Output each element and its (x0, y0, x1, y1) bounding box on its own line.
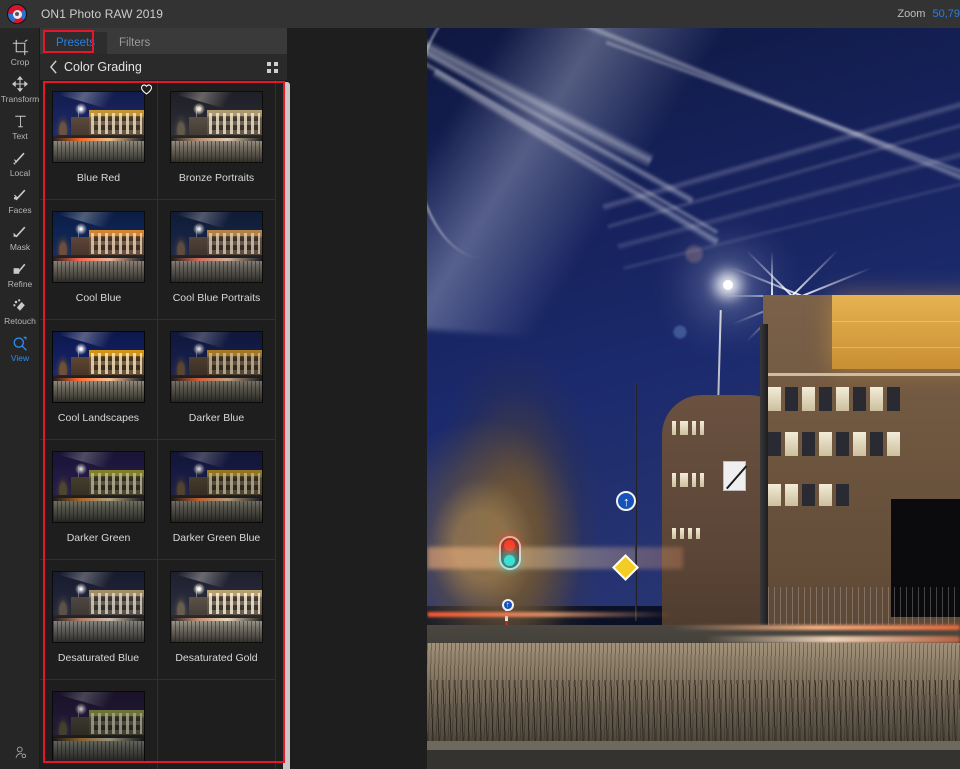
tool-crop[interactable]: Crop (0, 34, 40, 71)
preset-thumbnail[interactable] (170, 331, 263, 403)
preset-cell[interactable]: Desaturated Blue (40, 560, 158, 680)
zoom-label: Zoom (897, 8, 926, 20)
mask-brush-icon (12, 223, 28, 241)
favorite-heart-icon[interactable] (140, 82, 153, 100)
preset-thumbnail[interactable] (52, 331, 145, 403)
preset-cell[interactable]: Desaturated Gold (158, 560, 276, 680)
preset-thumbnail[interactable] (52, 691, 145, 763)
preset-name: Desaturated Blue (57, 652, 140, 664)
preset-name: Cool Landscapes (57, 412, 140, 424)
zoom-control[interactable]: Zoom 50,79 (897, 0, 960, 28)
preset-name: Cool Blue Portraits (172, 292, 261, 304)
preset-cell[interactable]: Blue Red (40, 80, 158, 200)
tool-label: Mask (9, 242, 31, 252)
tool-transform[interactable]: Transform (0, 71, 40, 108)
refine-icon (12, 260, 28, 278)
no-parking-sign (722, 461, 746, 492)
retouch-icon (12, 297, 28, 315)
presets-panel: Presets Filters Color Grading Blue Red Br… (40, 28, 427, 769)
crop-icon (12, 38, 29, 56)
tool-label: View (10, 353, 30, 363)
zoom-value[interactable]: 50,79 (932, 8, 960, 20)
panel-tab-bar: Presets Filters (40, 28, 287, 54)
app-title: ON1 Photo RAW 2019 (41, 7, 164, 21)
preset-cell-empty (158, 680, 276, 769)
tool-label: Refine (7, 279, 33, 289)
preset-thumbnail[interactable] (52, 91, 145, 163)
text-icon (13, 112, 28, 130)
preset-thumbnail[interactable] (52, 571, 145, 643)
magnifier-icon (12, 334, 29, 352)
tool-mask[interactable]: Mask (0, 219, 40, 256)
traffic-light (498, 535, 521, 570)
preset-thumbnail[interactable] (170, 91, 263, 163)
tab-presets[interactable]: Presets (44, 32, 107, 54)
preset-cell[interactable]: Cool Landscapes (40, 320, 158, 440)
preset-grid: Blue Red Bronze Portraits Cool Blue Cool Bl… (40, 80, 287, 769)
preset-name: Desaturated Gold (175, 652, 258, 664)
preset-cell[interactable]: Darker Blue (158, 320, 276, 440)
tool-label: Transform (0, 94, 40, 104)
preset-cell[interactable]: Cool Blue (40, 200, 158, 320)
tool-label: Crop (10, 57, 30, 67)
preset-name: Blue Red (76, 172, 121, 184)
preset-name: Bronze Portraits (178, 172, 255, 184)
tool-label: Retouch (4, 316, 36, 326)
section-title: Color Grading (64, 60, 142, 74)
preset-cell[interactable]: Darker Green Blue (158, 440, 276, 560)
preset-cell[interactable]: Bronze Portraits (158, 80, 276, 200)
preset-name: Cool Blue (75, 292, 122, 304)
preset-cell[interactable]: Cool Blue Portraits (158, 200, 276, 320)
grid-view-icon[interactable] (267, 62, 278, 73)
section-header: Color Grading (40, 54, 287, 80)
preset-thumbnail[interactable] (170, 451, 263, 523)
night-street-photo[interactable]: ↑ ↑ (427, 28, 960, 769)
preset-thumbnail[interactable] (170, 211, 263, 283)
tool-refine[interactable]: Refine (0, 256, 40, 293)
tool-label: Text (12, 131, 28, 141)
preset-thumbnail[interactable] (52, 211, 145, 283)
preset-grid-scroll-area[interactable]: Blue Red Bronze Portraits Cool Blue Cool Bl… (40, 80, 287, 769)
on1-logo-icon (7, 4, 27, 24)
preset-name: Darker Green (66, 532, 131, 544)
preset-thumbnail[interactable] (170, 571, 263, 643)
title-bar: ON1 Photo RAW 2019 Zoom 50,79 (0, 0, 960, 28)
preset-name: Darker Blue (188, 412, 245, 424)
preset-list-scrollbar[interactable] (283, 82, 290, 769)
tool-rail: Crop Transform Text Local Faces Mask Ref… (0, 28, 40, 769)
local-brush-icon (12, 149, 28, 167)
preset-name: Darker Green Blue (172, 532, 261, 544)
chevron-left-icon[interactable] (43, 60, 63, 74)
tool-view[interactable]: View (0, 330, 40, 367)
preset-thumbnail[interactable] (52, 451, 145, 523)
preset-cell[interactable]: Darker Green (40, 440, 158, 560)
tool-faces[interactable]: Faces (0, 182, 40, 219)
tool-label: Local (9, 168, 31, 178)
transform-icon (12, 75, 28, 93)
user-account-icon[interactable] (0, 741, 40, 763)
tool-label: Faces (8, 205, 32, 215)
tool-local[interactable]: Local (0, 145, 40, 182)
tab-filters[interactable]: Filters (107, 32, 162, 54)
tool-retouch[interactable]: Retouch (0, 293, 40, 330)
tool-text[interactable]: Text (0, 108, 40, 145)
small-blue-sign: ↑ (501, 598, 514, 611)
faces-icon (12, 186, 28, 204)
preset-cell[interactable] (40, 680, 158, 769)
